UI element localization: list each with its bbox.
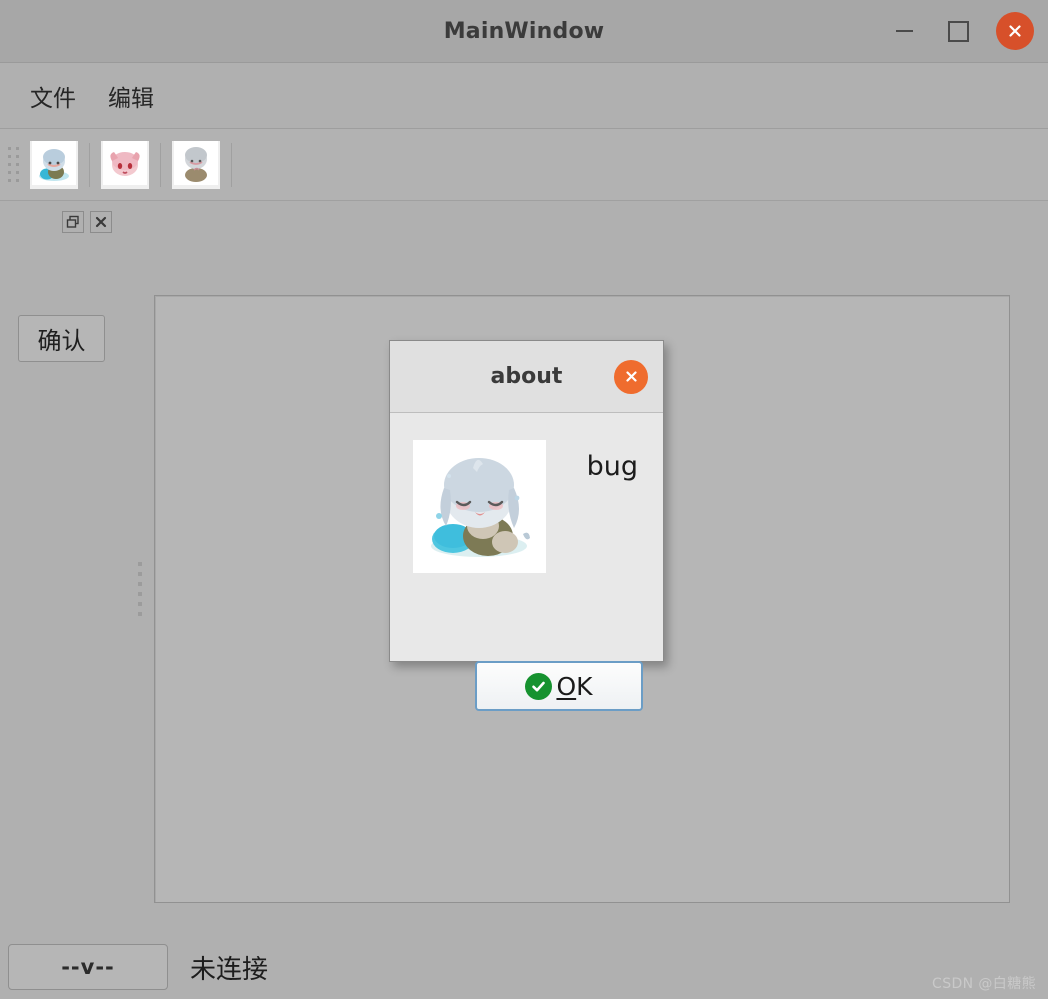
dock-widget-titlebar — [0, 201, 1048, 243]
about-dialog-titlebar[interactable]: about — [390, 341, 663, 413]
about-dialog-body: bug OK — [390, 413, 663, 711]
toolbar-button-2[interactable] — [101, 140, 149, 189]
vertical-splitter-handle[interactable] — [126, 243, 154, 935]
toolbar — [0, 129, 1048, 201]
about-dialog-close-icon[interactable] — [614, 359, 648, 394]
ok-button-suffix: K — [576, 671, 593, 701]
close-icon[interactable] — [996, 12, 1034, 50]
watermark-label: CSDN @白糖熊 — [932, 976, 1036, 992]
menu-item-file[interactable]: 文件 — [18, 75, 88, 117]
ok-button-mnemonic: O — [556, 671, 577, 701]
toolbar-button-3[interactable] — [172, 140, 220, 189]
window-titlebar[interactable]: MainWindow — [0, 0, 1048, 63]
confirm-button[interactable]: 确认 — [18, 315, 105, 362]
chibi-blue-avatar-icon — [32, 140, 76, 189]
about-dialog-message: bug — [586, 451, 638, 482]
toolbar-separator — [231, 142, 232, 187]
ok-button[interactable]: OK — [475, 661, 643, 711]
window-controls — [888, 12, 1048, 50]
about-dialog-image — [413, 440, 546, 573]
minimize-icon[interactable] — [888, 15, 920, 47]
ok-button-label: OK — [556, 674, 592, 699]
connection-toggle-button[interactable]: --v-- — [8, 944, 168, 990]
about-dialog: about bug OK — [389, 340, 664, 711]
menu-bar: 文件 编辑 — [0, 63, 1048, 129]
splitter-dots-icon — [138, 562, 142, 616]
status-bar: --v-- 未连接 CSDN @白糖熊 — [0, 935, 1048, 999]
connection-status-label: 未连接 — [190, 954, 269, 985]
toolbar-separator — [89, 142, 90, 187]
dock-close-icon[interactable] — [90, 211, 112, 233]
check-circle-icon — [525, 672, 553, 700]
chibi-pink-avatar-icon — [103, 140, 147, 189]
maximize-icon[interactable] — [942, 15, 974, 47]
toolbar-drag-handle[interactable] — [6, 142, 20, 188]
toolbar-button-1[interactable] — [30, 140, 78, 189]
dock-float-icon[interactable] — [62, 211, 84, 233]
chibi-grey-avatar-icon — [174, 140, 218, 189]
left-dock-panel: 确认 — [0, 243, 126, 935]
toolbar-separator — [160, 142, 161, 187]
menu-item-edit[interactable]: 编辑 — [96, 75, 166, 117]
